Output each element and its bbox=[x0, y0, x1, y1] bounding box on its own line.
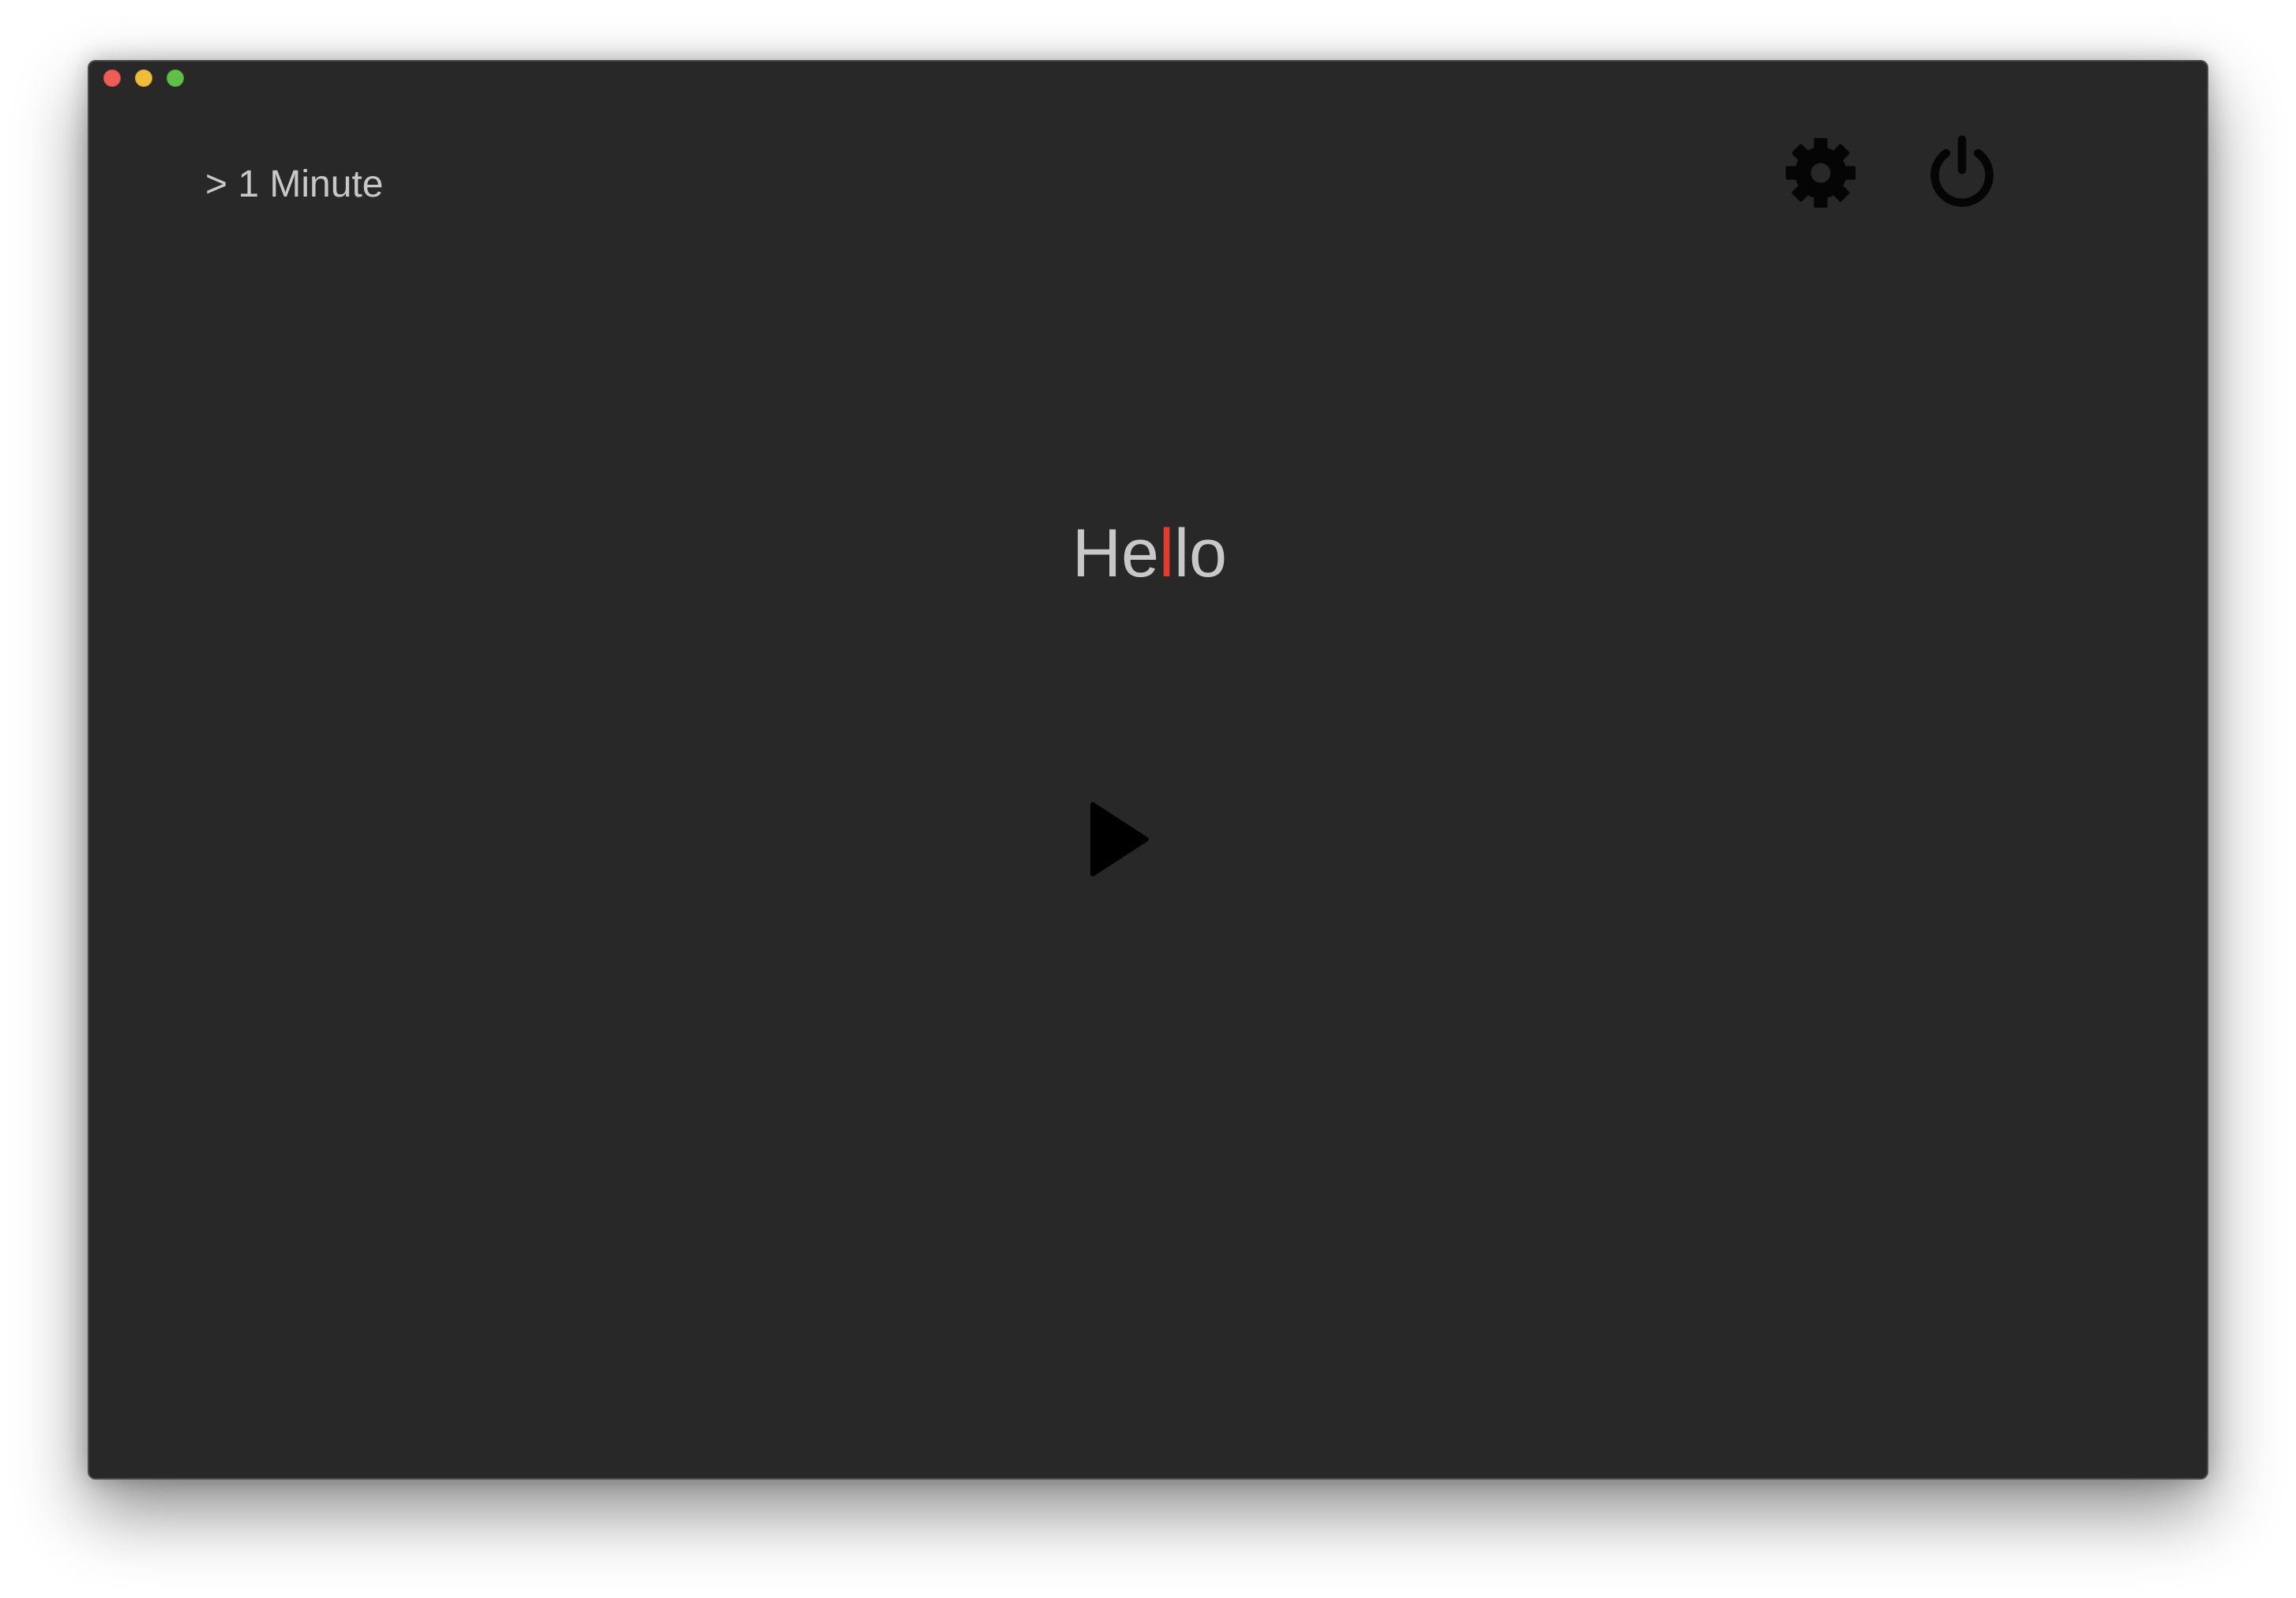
window-maximize-button[interactable] bbox=[167, 69, 184, 87]
timer-duration-label[interactable]: > 1 Minute bbox=[205, 163, 383, 206]
app-window: > 1 Minute Hello bbox=[88, 60, 2208, 1480]
window-minimize-button[interactable] bbox=[135, 69, 152, 87]
window-close-button[interactable] bbox=[103, 69, 121, 87]
power-icon bbox=[1930, 135, 1994, 207]
word-suffix: lo bbox=[1174, 516, 1227, 591]
word-prefix: He bbox=[1072, 516, 1159, 591]
power-button[interactable] bbox=[1919, 129, 2005, 216]
gear-icon bbox=[1785, 137, 1856, 208]
word-focus-letter: l bbox=[1158, 516, 1175, 591]
play-button[interactable] bbox=[1064, 780, 1175, 898]
reader-word: Hello bbox=[89, 520, 2210, 587]
settings-button[interactable] bbox=[1777, 129, 1864, 216]
play-icon bbox=[1090, 802, 1149, 876]
